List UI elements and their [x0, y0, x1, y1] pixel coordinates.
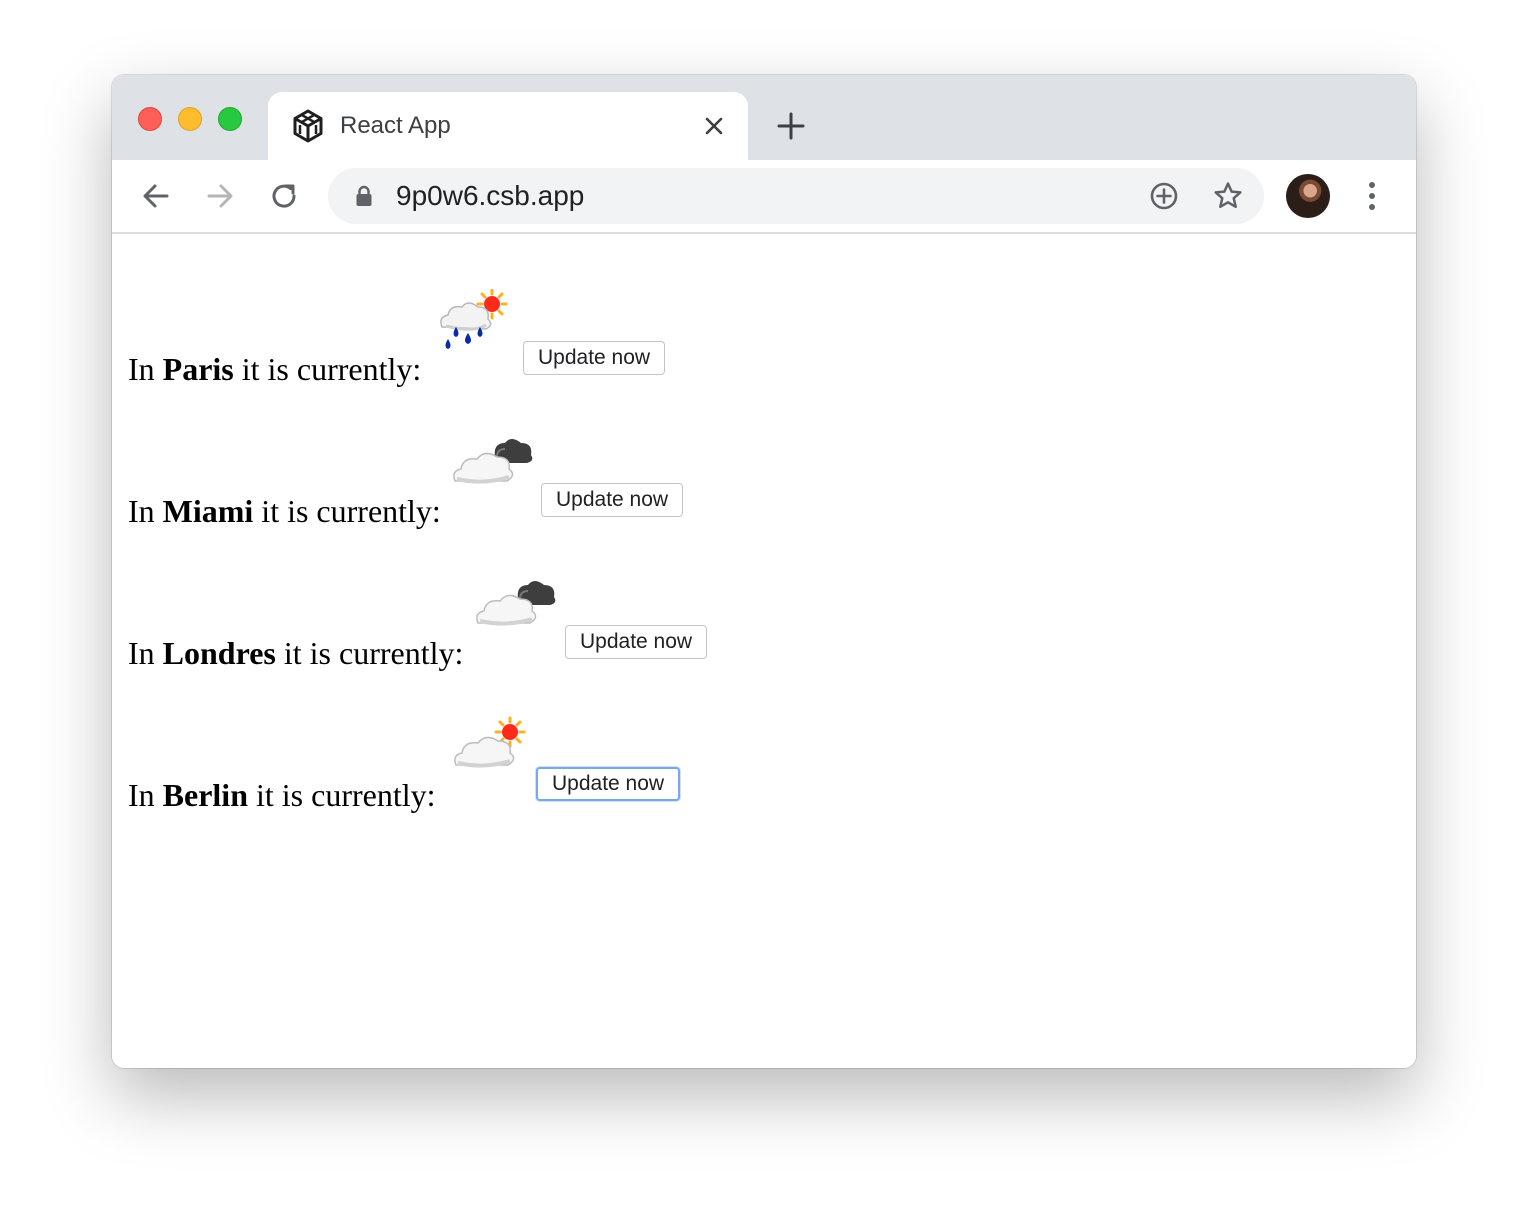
partly-sunny-icon [454, 716, 526, 768]
update-now-button[interactable]: Update now [523, 341, 666, 375]
reload-icon[interactable] [266, 178, 302, 214]
forward-arrow-icon[interactable] [202, 178, 238, 214]
close-tab-icon[interactable] [702, 114, 726, 138]
sentence-suffix: it is currently: [253, 493, 441, 529]
weather-row-londres: In Londres it is currently: Update now [128, 573, 1028, 673]
sentence-suffix: it is currently: [233, 351, 422, 387]
browser-toolbar: 9p0w6.csb.app [112, 160, 1416, 234]
tab-strip: React App [112, 75, 1416, 160]
tab-title: React App [340, 112, 451, 139]
more-menu-icon[interactable] [1358, 178, 1386, 214]
codesandbox-icon [293, 109, 323, 143]
sentence-prefix: In [128, 351, 163, 387]
city-name: Miami [162, 493, 254, 529]
weather-row-miami: In Miami it is currently: Update now [128, 431, 1028, 531]
sentence-prefix: In [128, 493, 163, 529]
sentence-suffix: it is currently: [247, 777, 436, 813]
minimize-window-button[interactable] [178, 107, 202, 131]
sentence-prefix: In [128, 635, 163, 671]
new-tab-icon[interactable] [776, 111, 806, 141]
cloudy-night-icon [453, 439, 533, 484]
city-name: Berlin [162, 777, 248, 813]
install-app-icon[interactable] [1148, 180, 1180, 212]
weather-sentence: In Miami it is currently: [128, 491, 441, 531]
browser-window: React App 9p0w6.csb.app In Paris it is c… [112, 75, 1416, 1068]
lock-icon [356, 185, 372, 206]
city-name: Londres [162, 635, 276, 671]
update-now-button[interactable]: Update now [536, 767, 681, 801]
address-bar[interactable]: 9p0w6.csb.app [328, 168, 1264, 224]
weather-row-berlin: In Berlin it is currently: Update now [128, 715, 1028, 815]
page-content: In Paris it is currently: Update now In … [112, 234, 1416, 1068]
url-text: 9p0w6.csb.app [396, 180, 585, 211]
weather-row-paris: In Paris it is currently: Update now [128, 289, 1028, 389]
profile-avatar[interactable] [1286, 174, 1330, 218]
weather-sentence: In Paris it is currently: [128, 349, 421, 389]
close-window-button[interactable] [138, 107, 162, 131]
back-arrow-icon[interactable] [138, 178, 174, 214]
city-name: Paris [162, 351, 234, 387]
maximize-window-button[interactable] [218, 107, 242, 131]
weather-sentence: In Londres it is currently: [128, 633, 463, 673]
weather-sentence: In Berlin it is currently: [128, 775, 436, 815]
rain-sun-icon [440, 289, 508, 349]
update-now-button[interactable]: Update now [565, 625, 708, 659]
bookmark-star-icon[interactable] [1212, 180, 1244, 212]
tab-react-app[interactable]: React App [268, 92, 748, 160]
cloudy-night-icon [476, 581, 556, 626]
sentence-suffix: it is currently: [275, 635, 464, 671]
update-now-button[interactable]: Update now [541, 483, 684, 517]
sentence-prefix: In [128, 777, 163, 813]
